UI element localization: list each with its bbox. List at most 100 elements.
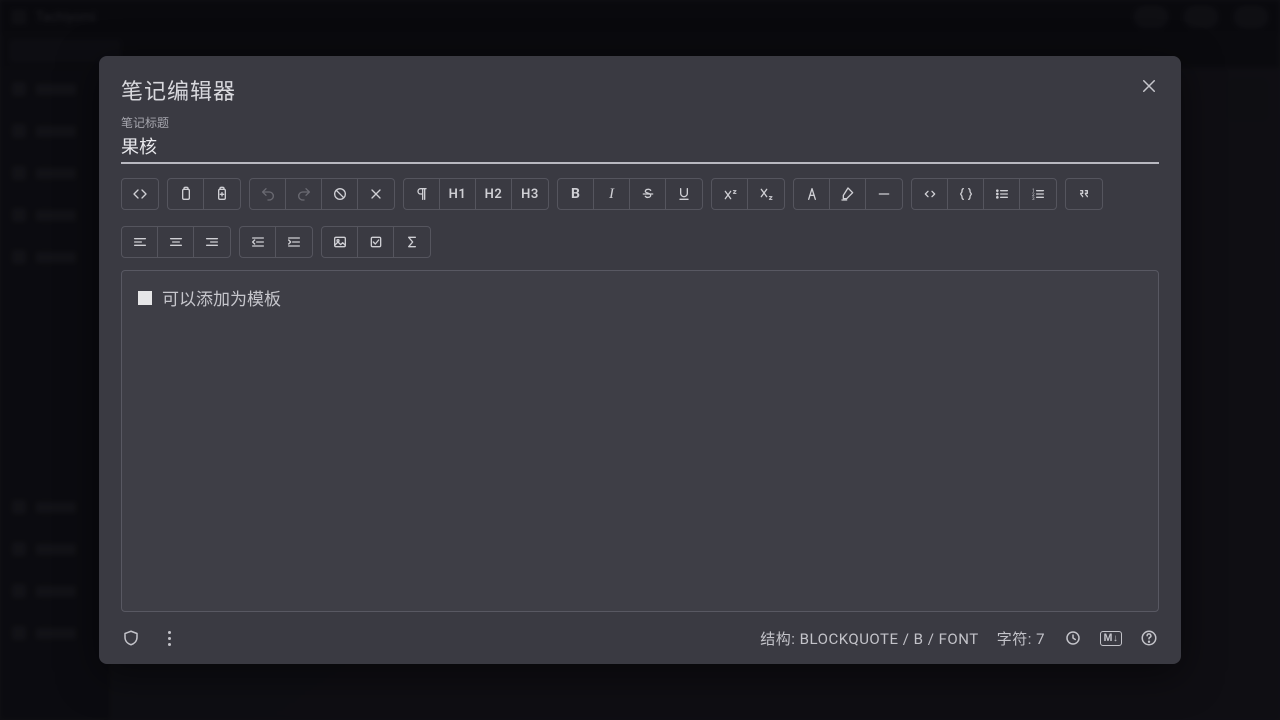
clear-format-button[interactable] — [322, 179, 358, 209]
align-center-icon — [168, 234, 184, 250]
insert-formula-button[interactable] — [394, 227, 430, 257]
inline-checkbox[interactable] — [138, 291, 152, 305]
title-field-label: 笔记标题 — [121, 114, 1159, 131]
align-left-button[interactable] — [122, 227, 158, 257]
modal-footer: 结构: BLOCKQUOTE / B / FONT 字符: 7 M↓ — [99, 612, 1181, 664]
undo-button[interactable] — [250, 179, 286, 209]
clipboard-icon — [178, 186, 194, 202]
markdown-toggle[interactable]: M↓ — [1101, 628, 1121, 648]
h3-label: H3 — [521, 187, 539, 202]
indent-icon — [286, 234, 302, 250]
outdent-button[interactable] — [240, 227, 276, 257]
strikethrough-button[interactable] — [630, 179, 666, 209]
highlight-icon — [840, 186, 856, 202]
history-button[interactable] — [1063, 628, 1083, 648]
align-center-button[interactable] — [158, 227, 194, 257]
align-right-button[interactable] — [194, 227, 230, 257]
chars-label: 字符: — [997, 630, 1032, 648]
chars-value: 7 — [1036, 630, 1045, 648]
x-icon — [368, 186, 384, 202]
bold-button[interactable]: B — [558, 179, 594, 209]
char-count-status: 字符: 7 — [997, 628, 1045, 649]
paragraph-button[interactable] — [404, 179, 440, 209]
toolbar-group-color — [793, 178, 903, 210]
privacy-button[interactable] — [121, 628, 141, 648]
image-icon — [332, 234, 348, 250]
pilcrow-icon — [414, 186, 430, 202]
code-block-button[interactable] — [948, 179, 984, 209]
checkbox-icon — [368, 234, 384, 250]
superscript-button[interactable] — [712, 179, 748, 209]
structure-value: BLOCKQUOTE / B / FONT — [800, 630, 979, 648]
h3-button[interactable]: H3 — [512, 179, 548, 209]
insert-image-button[interactable] — [322, 227, 358, 257]
toolbar-group-headings: H1 H2 H3 — [403, 178, 549, 210]
quote-icon — [1076, 186, 1092, 202]
code-icon — [132, 186, 148, 202]
ordered-list-button[interactable]: 123 — [1020, 179, 1056, 209]
toolbar-group-quote — [1065, 178, 1103, 210]
copy-button[interactable] — [168, 179, 204, 209]
checkbox-text: 可以添加为模板 — [162, 285, 281, 310]
font-icon — [804, 186, 820, 202]
inline-code-button[interactable] — [912, 179, 948, 209]
h2-button[interactable]: H2 — [476, 179, 512, 209]
inline-code-icon — [922, 186, 938, 202]
svg-text:3: 3 — [1032, 196, 1035, 202]
help-button[interactable] — [1139, 628, 1159, 648]
h1-button[interactable]: H1 — [440, 179, 476, 209]
more-menu-button[interactable] — [159, 628, 179, 648]
strikethrough-icon — [640, 186, 656, 202]
outdent-icon — [250, 234, 266, 250]
highlight-button[interactable] — [830, 179, 866, 209]
checkbox-line: 可以添加为模板 — [138, 285, 1142, 310]
source-view-button[interactable] — [122, 179, 158, 209]
clipboard-plus-icon — [214, 186, 230, 202]
text-color-button[interactable] — [794, 179, 830, 209]
help-icon — [1140, 629, 1158, 647]
markdown-badge: M↓ — [1100, 631, 1123, 646]
toolbar-group-history — [249, 178, 395, 210]
clock-icon — [1064, 629, 1082, 647]
blockquote-button[interactable] — [1066, 179, 1102, 209]
italic-label: I — [609, 186, 614, 203]
horizontal-rule-button[interactable] — [866, 179, 902, 209]
sigma-icon — [404, 234, 420, 250]
title-input[interactable] — [121, 131, 1159, 164]
shield-icon — [122, 629, 140, 647]
toolbar-group-clipboard — [167, 178, 241, 210]
list-ol-icon: 123 — [1030, 186, 1046, 202]
structure-status: 结构: BLOCKQUOTE / B / FONT — [760, 628, 978, 649]
h1-label: H1 — [449, 187, 467, 202]
subscript-icon — [758, 186, 774, 202]
toolbar-group-script — [711, 178, 785, 210]
minus-icon — [876, 186, 892, 202]
structure-label: 结构: — [760, 630, 795, 648]
toolbar-group-source — [121, 178, 159, 210]
align-left-icon — [132, 234, 148, 250]
undo-icon — [260, 186, 276, 202]
close-button[interactable] — [1133, 70, 1165, 102]
clear-button[interactable] — [358, 179, 394, 209]
editor-content[interactable]: 可以添加为模板 — [121, 270, 1159, 612]
editor-toolbar: H1 H2 H3 B I 123 — [99, 164, 1181, 258]
toolbar-group-indent — [239, 226, 313, 258]
indent-button[interactable] — [276, 227, 312, 257]
align-right-icon — [204, 234, 220, 250]
list-ul-icon — [994, 186, 1010, 202]
redo-button[interactable] — [286, 179, 322, 209]
note-editor-modal: 笔记编辑器 笔记标题 H1 H2 H3 B I — [99, 56, 1181, 664]
underline-button[interactable] — [666, 179, 702, 209]
toolbar-group-insert — [321, 226, 431, 258]
unordered-list-button[interactable] — [984, 179, 1020, 209]
no-entry-icon — [332, 186, 348, 202]
h2-label: H2 — [485, 187, 503, 202]
insert-checkbox-button[interactable] — [358, 227, 394, 257]
subscript-button[interactable] — [748, 179, 784, 209]
toolbar-group-block: 123 — [911, 178, 1057, 210]
paste-button[interactable] — [204, 179, 240, 209]
close-icon — [1140, 77, 1158, 95]
italic-button[interactable]: I — [594, 179, 630, 209]
toolbar-group-text-style: B I — [557, 178, 703, 210]
superscript-icon — [722, 186, 738, 202]
